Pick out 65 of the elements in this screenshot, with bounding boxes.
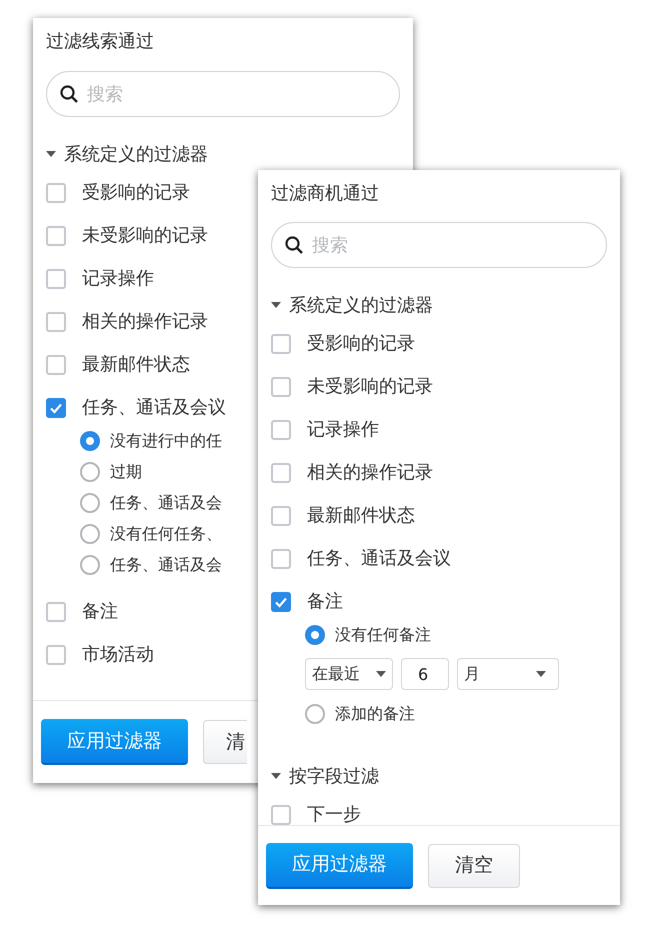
dropdown[interactable]: 在最近 — [305, 658, 393, 690]
checkbox-label: 未受影响的记录 — [82, 224, 208, 248]
checkbox-label: 相关的操作记录 — [307, 461, 433, 485]
radio-button[interactable] — [80, 462, 100, 482]
radio-button[interactable] — [80, 430, 100, 450]
checkbox[interactable] — [271, 334, 291, 354]
option-label: 任务、通话及会 — [110, 554, 222, 576]
panel-title: 过滤商机通过 — [271, 182, 380, 206]
checkbox-label: 任务、通话及会议 — [82, 396, 226, 420]
checkbox-label: 未受影响的记录 — [307, 375, 433, 399]
caret-icon — [46, 151, 56, 157]
section-toggle[interactable]: 按字段过滤 — [271, 761, 607, 791]
radio-button[interactable] — [305, 624, 325, 644]
checkbox[interactable] — [46, 182, 66, 202]
number-field[interactable]: 6 — [401, 658, 449, 690]
checkbox[interactable] — [271, 804, 291, 824]
section-toggle[interactable]: 系统定义的过滤器 — [271, 290, 607, 320]
checkbox[interactable] — [271, 376, 291, 396]
radio-button[interactable] — [305, 704, 325, 724]
checkbox[interactable] — [46, 226, 66, 246]
checkbox-label: 记录操作 — [82, 267, 154, 291]
option-label: 过期 — [110, 460, 142, 482]
option-label: 任务、通话及会 — [110, 492, 222, 514]
option-label: 没有任何备注 — [335, 624, 431, 646]
checkbox[interactable] — [46, 398, 66, 418]
checkbox-label: 备注 — [82, 600, 118, 624]
checkbox[interactable] — [46, 602, 66, 622]
checkbox-label: 受影响的记录 — [82, 181, 190, 205]
search-icon — [59, 84, 79, 104]
checkbox[interactable] — [46, 312, 66, 332]
checkbox-label: 备注 — [307, 590, 343, 614]
checkbox-label: 下一步 — [307, 803, 361, 825]
panel-title: 过滤线索通过 — [46, 30, 155, 54]
checkbox[interactable] — [271, 420, 291, 440]
clear-button[interactable]: 清空 — [428, 844, 520, 888]
checkbox[interactable] — [271, 592, 291, 612]
search-icon — [284, 235, 304, 255]
checkbox-label: 任务、通话及会议 — [307, 547, 451, 571]
clear-button[interactable]: 清 — [203, 720, 247, 764]
section-toggle[interactable]: 系统定义的过滤器 — [46, 139, 400, 169]
caret-icon — [271, 302, 281, 308]
checkbox[interactable] — [46, 644, 66, 664]
caret-icon — [376, 671, 386, 677]
search-field[interactable]: 搜索 — [271, 222, 607, 268]
option-label: 没有进行中的任 — [110, 430, 222, 452]
checkbox-label: 记录操作 — [307, 418, 379, 442]
caret-icon — [271, 773, 281, 779]
dropdown[interactable]: 月 — [457, 658, 559, 690]
option-label: 添加的备注 — [335, 702, 415, 724]
checkbox[interactable] — [271, 506, 291, 526]
checkbox-label: 受影响的记录 — [307, 332, 415, 356]
option-label: 没有任何任务、 — [110, 522, 222, 544]
checkbox[interactable] — [271, 462, 291, 482]
checkbox-label: 相关的操作记录 — [82, 310, 208, 334]
radio-button[interactable] — [80, 524, 100, 544]
checkbox-label: 最新邮件状态 — [82, 353, 190, 377]
checkbox-label: 市场活动 — [82, 643, 154, 667]
radio-button[interactable] — [80, 492, 100, 512]
checkbox[interactable] — [46, 354, 66, 374]
search-field[interactable]: 搜索 — [46, 71, 400, 117]
checkbox[interactable] — [46, 268, 66, 288]
checkbox-label: 最新邮件状态 — [307, 504, 415, 528]
radio-button[interactable] — [80, 554, 100, 574]
checkbox[interactable] — [271, 548, 291, 568]
caret-icon — [536, 671, 546, 677]
